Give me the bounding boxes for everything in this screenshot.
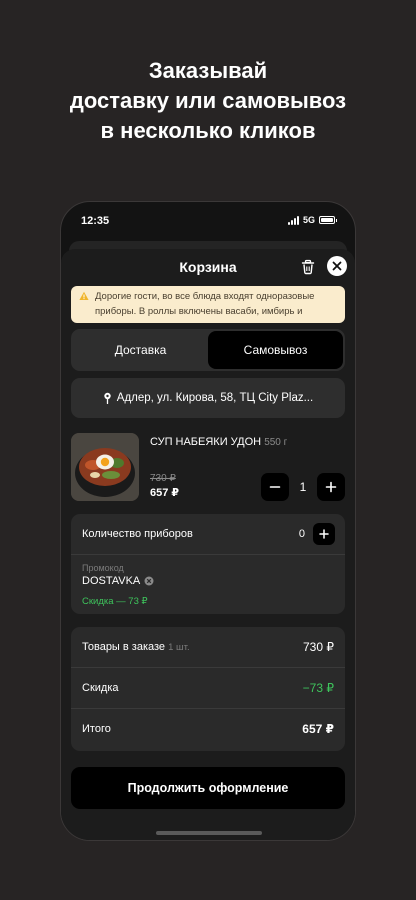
close-button[interactable] — [327, 256, 347, 276]
add-cutlery-button[interactable] — [313, 523, 335, 545]
cutlery-row: Количество приборов 0 — [71, 514, 345, 555]
summary-row-total: Итого 657 ₽ — [71, 709, 345, 750]
headline-line-1: Заказывай — [148, 58, 268, 83]
dish-image — [71, 433, 139, 501]
status-bar: 12:35 5G — [61, 202, 355, 242]
quantity-stepper: 1 — [261, 473, 345, 501]
phone-frame: 12:35 5G Корзина Дорогие гости, во все б… — [60, 201, 356, 841]
warning-icon — [79, 291, 89, 300]
status-time: 12:35 — [81, 215, 110, 227]
items-count: 1 шт. — [168, 642, 190, 653]
increase-quantity-button[interactable] — [317, 473, 345, 501]
close-icon — [332, 261, 342, 271]
discount-value: −73 ₽ — [302, 681, 334, 695]
signal-icon — [287, 215, 299, 225]
quantity-value: 1 — [299, 480, 307, 494]
items-label: Товары в заказе 1 шт. — [82, 641, 190, 653]
warning-banner: Дорогие гости, во все блюда входят однор… — [71, 286, 345, 323]
item-name: СУП НАБЕЯКИ УДОН 550 г — [150, 436, 287, 448]
items-label-text: Товары в заказе — [82, 641, 166, 653]
total-value: 657 ₽ — [302, 722, 334, 736]
promo-label: Промокод — [82, 563, 124, 573]
order-summary-card: Товары в заказе 1 шт. 730 ₽ Скидка −73 ₽… — [71, 627, 345, 751]
promo-code: DOSTAVKA — [82, 575, 141, 587]
decrease-quantity-button[interactable] — [261, 473, 289, 501]
cart-sheet: Корзина Дорогие гости, во все блюда вход… — [61, 249, 355, 840]
cart-item: СУП НАБЕЯКИ УДОН 550 г 730 ₽ 657 ₽ 1 — [71, 433, 345, 501]
status-indicators: 5G — [287, 215, 337, 225]
plus-icon — [319, 529, 329, 539]
item-title: СУП НАБЕЯКИ УДОН — [150, 436, 262, 448]
location-pin-icon — [104, 392, 111, 404]
old-price: 730 ₽ — [150, 473, 176, 484]
home-indicator — [156, 831, 262, 835]
address-text: Адлер, ул. Кирова, 58, ТЦ City Plaz... — [116, 392, 314, 404]
clear-promo-icon[interactable] — [144, 576, 154, 586]
trash-icon — [301, 259, 315, 275]
battery-icon — [319, 216, 337, 224]
tab-pickup[interactable]: Самовывоз — [208, 331, 343, 369]
headline-line-2: доставку или самовывоз — [69, 88, 347, 113]
cutlery-value: 0 — [298, 528, 305, 540]
clear-cart-button[interactable] — [300, 259, 316, 275]
headline: Заказывай доставку или самовывоз в неско… — [0, 56, 416, 146]
total-label: Итого — [82, 723, 111, 735]
cutlery-label: Количество приборов — [82, 528, 193, 540]
discount-label: Скидка — [82, 682, 119, 694]
tab-delivery[interactable]: Доставка — [73, 331, 208, 369]
network-type: 5G — [302, 215, 315, 225]
address-selector[interactable]: Адлер, ул. Кирова, 58, ТЦ City Plaz... — [71, 378, 345, 418]
continue-checkout-button[interactable]: Продолжить оформление — [71, 767, 345, 809]
summary-row-discount: Скидка −73 ₽ — [71, 668, 345, 709]
item-weight: 550 г — [264, 437, 288, 448]
options-card: Количество приборов 0 Промокод DOSTAVKA … — [71, 514, 345, 614]
minus-icon — [269, 486, 281, 488]
order-type-tabs: Доставка Самовывоз — [71, 329, 345, 371]
new-price: 657 ₽ — [150, 487, 180, 499]
plus-icon — [325, 481, 337, 493]
promo-field[interactable]: DOSTAVKA — [82, 575, 154, 587]
items-value: 730 ₽ — [303, 640, 334, 654]
headline-line-3: в несколько кликов — [100, 118, 316, 143]
promo-discount: Скидка — 73 ₽ — [82, 596, 148, 607]
warning-text: Дорогие гости, во все блюда входят однор… — [95, 291, 315, 317]
summary-row-items: Товары в заказе 1 шт. 730 ₽ — [71, 627, 345, 668]
